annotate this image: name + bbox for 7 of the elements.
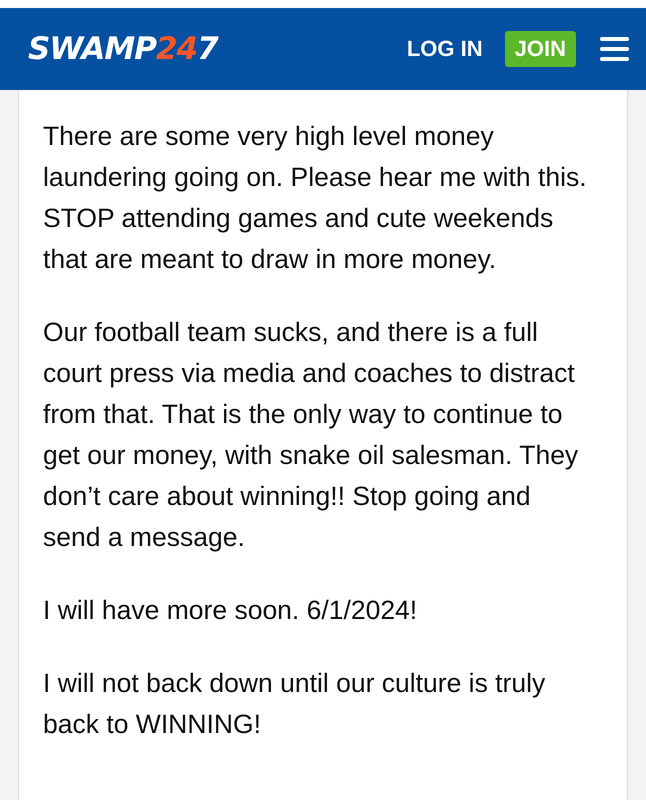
login-link[interactable]: LOG IN	[406, 36, 483, 62]
menu-icon[interactable]	[600, 37, 629, 61]
post-paragraph: Our football team sucks, and there is a full court press via media and coaches to distract from that. That is the only way to continue to get our money, with snake oil salesman. They don’t care about winning!! Stop going and send a message.	[43, 316, 580, 554]
post-paragraph: I will have more soon. 6/1/2024!	[43, 594, 418, 627]
site-logo[interactable]: SWAMP247	[28, 31, 218, 67]
post-paragraph: There are some very high level money laundering going on. Please hear me with this. STOP attending games and cute weekends that are meant to draw in more money.	[43, 120, 588, 276]
post-paragraph: I will not back down until our culture is truly back to WINNING!	[43, 667, 546, 741]
